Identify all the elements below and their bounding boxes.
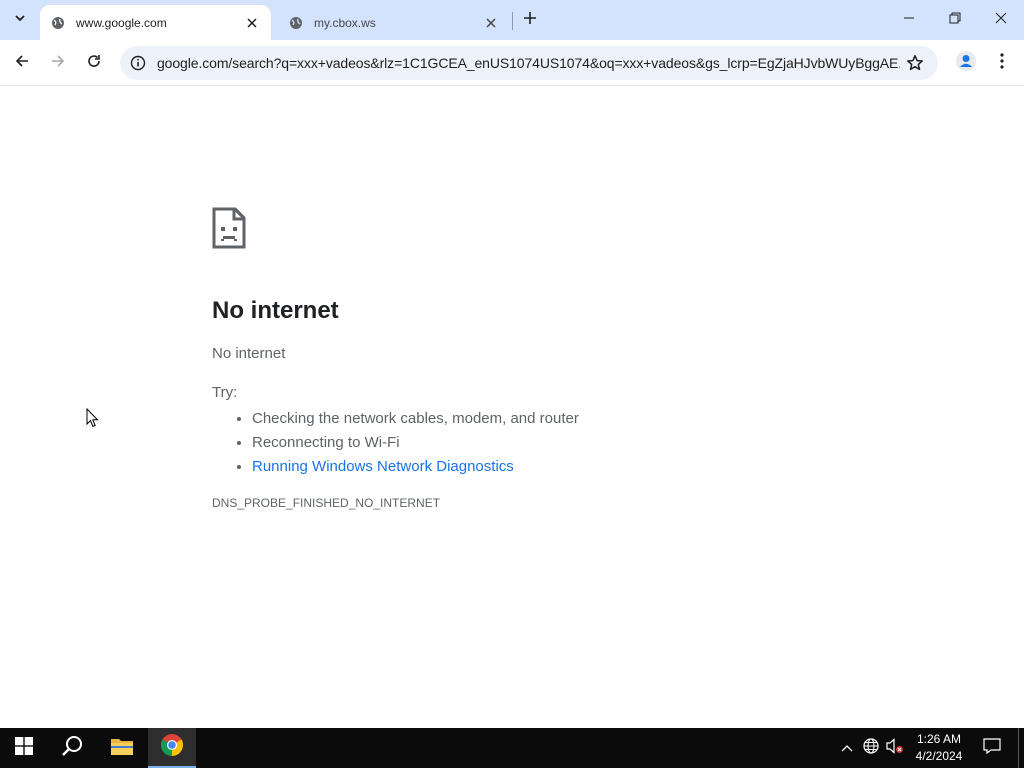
error-subtitle: No internet <box>212 345 286 362</box>
folder-icon <box>110 736 134 761</box>
show-hidden-icons-button[interactable] <box>838 728 856 768</box>
arrow-left-icon <box>14 53 30 74</box>
reload-icon <box>86 53 102 74</box>
globe-icon <box>50 15 66 31</box>
close-window-button[interactable] <box>978 0 1024 40</box>
arrow-right-icon <box>50 53 66 74</box>
browser-toolbar: google.com/search?q=xxx+vadeos&rlz=1C1GC… <box>0 40 1024 86</box>
volume-muted-icon <box>886 737 904 759</box>
show-desktop-button[interactable] <box>1018 728 1024 768</box>
more-vert-icon <box>1000 52 1004 74</box>
list-item: Checking the network cables, modem, and … <box>252 407 579 431</box>
chevron-up-icon <box>841 739 853 757</box>
url-text[interactable]: google.com/search?q=xxx+vadeos&rlz=1C1GC… <box>155 55 900 71</box>
network-diagnostics-link[interactable]: Running Windows Network Diagnostics <box>252 455 579 479</box>
plus-icon <box>524 11 536 29</box>
new-tab-button[interactable] <box>518 8 542 32</box>
globe-icon <box>863 737 879 759</box>
profile-avatar-icon <box>956 50 976 76</box>
tab-separator <box>512 12 513 30</box>
system-clock[interactable]: 1:26 AM 4/2/2024 <box>908 731 970 765</box>
reload-button[interactable] <box>78 47 110 79</box>
tab-title: my.cbox.ws <box>314 15 376 30</box>
minimize-button[interactable] <box>886 0 932 40</box>
sad-page-icon <box>212 207 246 254</box>
chrome-icon <box>160 733 184 762</box>
close-tab-icon[interactable] <box>243 14 261 32</box>
error-code: DNS_PROBE_FINISHED_NO_INTERNET <box>212 496 441 510</box>
notification-icon <box>983 737 1001 759</box>
error-title: No internet <box>212 297 339 324</box>
forward-button[interactable] <box>42 47 74 79</box>
restore-icon <box>949 11 961 29</box>
volume-button[interactable] <box>884 728 906 768</box>
suggestion-list: Checking the network cables, modem, and … <box>252 407 579 479</box>
chrome-taskbar-button[interactable] <box>148 728 196 768</box>
clock-time: 1:26 AM <box>916 732 962 746</box>
tab-title: www.google.com <box>76 15 167 30</box>
file-explorer-button[interactable] <box>98 728 146 768</box>
search-icon <box>61 735 83 762</box>
minimize-icon <box>903 11 915 29</box>
back-button[interactable] <box>6 47 38 79</box>
try-label: Try: <box>212 384 238 401</box>
taskbar: 1:26 AM 4/2/2024 <box>0 728 1024 768</box>
tab-cbox[interactable]: my.cbox.ws <box>278 5 510 40</box>
network-status-button[interactable] <box>860 728 882 768</box>
clock-date: 4/2/2024 <box>915 749 963 763</box>
globe-icon <box>288 15 304 31</box>
page-content: No internet No internet Try: Checking th… <box>0 87 1024 728</box>
close-icon <box>995 11 1007 29</box>
search-button[interactable] <box>48 728 96 768</box>
address-bar[interactable]: google.com/search?q=xxx+vadeos&rlz=1C1GC… <box>120 46 938 80</box>
tab-strip: www.google.com my.cbox.ws <box>0 0 1024 40</box>
windows-logo-icon <box>15 736 33 760</box>
bookmark-star-icon[interactable] <box>900 48 930 78</box>
menu-button[interactable] <box>986 47 1018 79</box>
tab-search-button[interactable] <box>6 7 33 32</box>
profile-button[interactable] <box>950 47 982 79</box>
mouse-cursor-icon <box>86 407 99 433</box>
action-center-button[interactable] <box>978 728 1006 768</box>
chevron-down-icon <box>14 11 26 29</box>
close-tab-icon[interactable] <box>482 14 500 32</box>
tab-google[interactable]: www.google.com <box>40 5 271 40</box>
list-item: Reconnecting to Wi-Fi <box>252 431 579 455</box>
info-icon[interactable] <box>121 46 155 80</box>
start-button[interactable] <box>0 728 48 768</box>
restore-button[interactable] <box>932 0 978 40</box>
